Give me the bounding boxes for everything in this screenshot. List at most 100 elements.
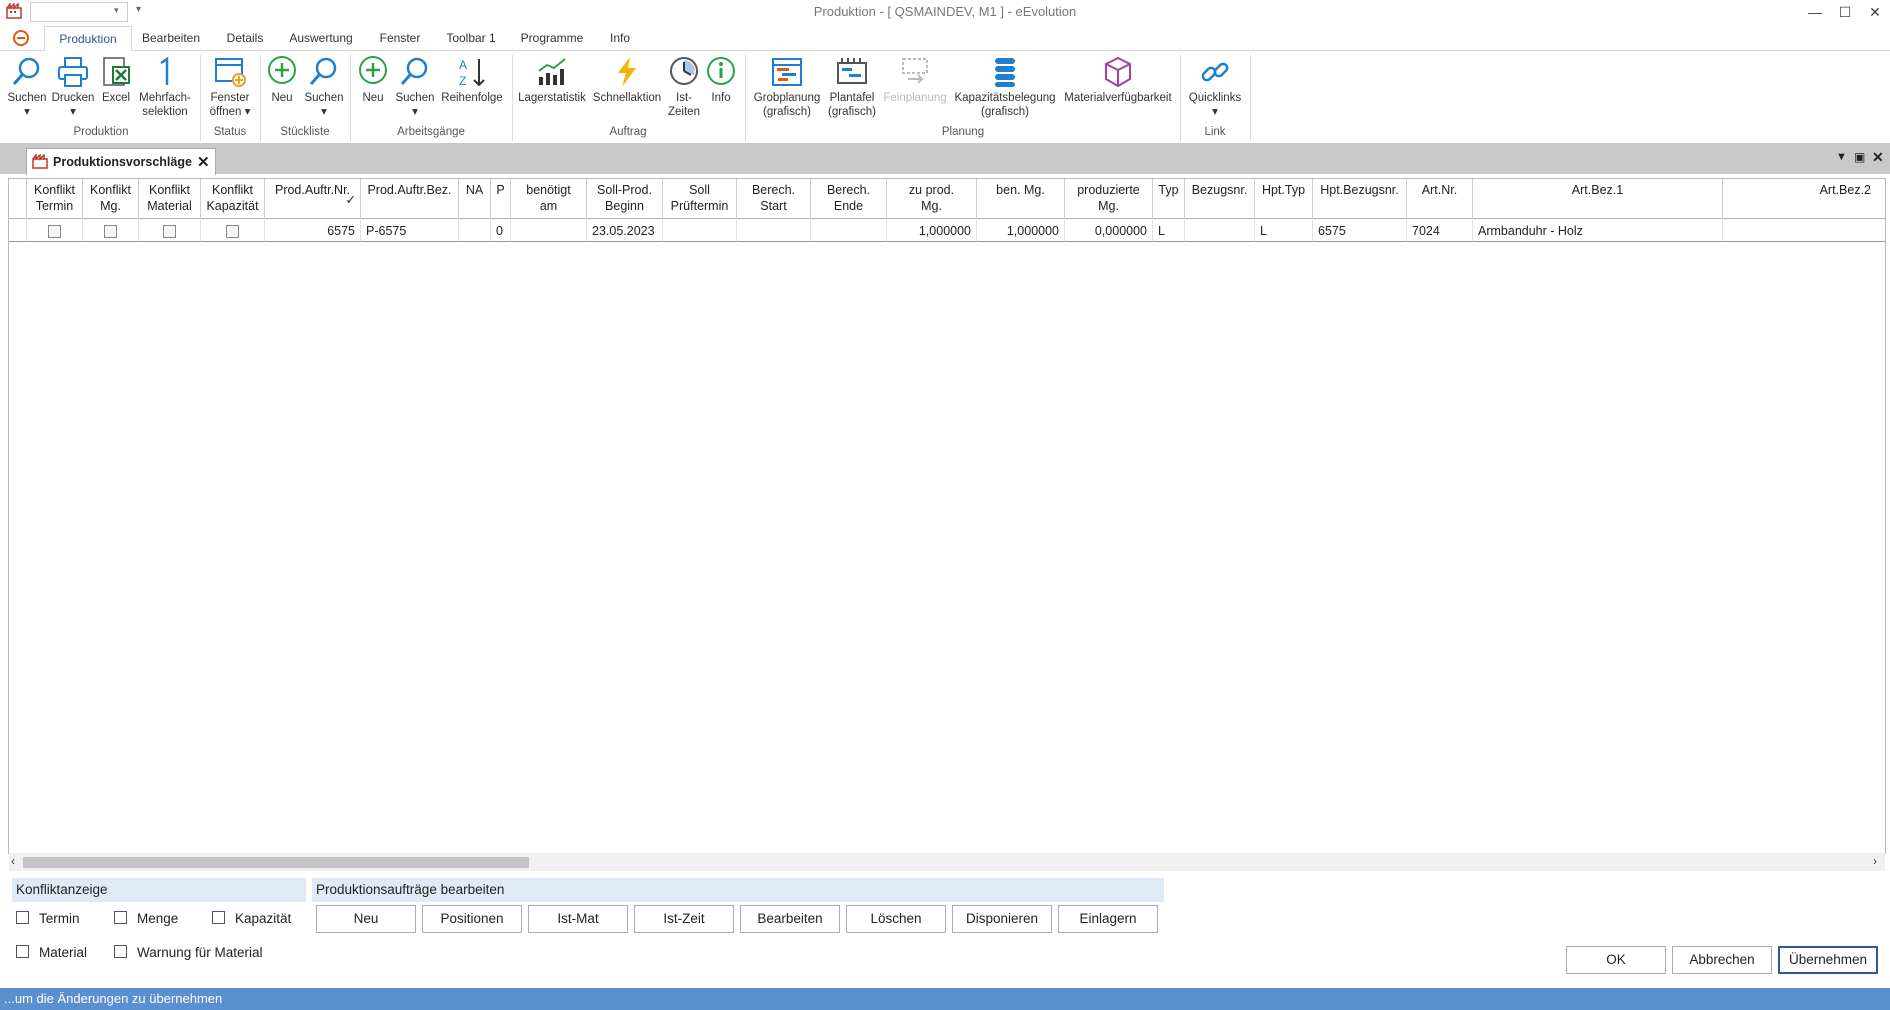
tab-list-dropdown-icon[interactable]: ▼ (1836, 151, 1847, 163)
drucken-button[interactable]: Drucken ▾ (50, 55, 96, 119)
maximize-button[interactable]: ☐ (1830, 2, 1860, 22)
quicklinks-button[interactable]: Quicklinks ▾ (1184, 55, 1246, 119)
close-window-button[interactable]: ✕ (1860, 2, 1890, 22)
disponieren-button[interactable]: Disponieren (952, 905, 1052, 933)
kapazitaetsbelegung-button[interactable]: Kapazitätsbelegung (grafisch) (952, 55, 1058, 119)
arbeitsgang-suchen-button[interactable]: Suchen ▾ (394, 55, 436, 119)
grobplanung-button[interactable]: Grobplanung (grafisch) (750, 55, 824, 119)
column-header-art-nr[interactable]: Art.Nr. (1407, 179, 1473, 219)
close-pane-icon[interactable]: ✕ (1872, 149, 1884, 166)
kapazitaet-checkbox[interactable]: Kapazität (212, 911, 291, 926)
cell-benoetigt-am[interactable] (511, 220, 587, 242)
cell-prod-auftr-nr[interactable]: 6575 (265, 220, 361, 242)
loeschen-button[interactable]: Löschen (846, 905, 946, 933)
scroll-left-icon[interactable]: ‹ (11, 854, 15, 868)
tab-programme[interactable]: Programme (514, 26, 590, 50)
stueckliste-suchen-button[interactable]: Suchen ▾ (302, 55, 346, 119)
cell-art-nr[interactable]: 7024 (1407, 220, 1473, 242)
ist-zeit-button[interactable]: Ist-Zeit (634, 905, 734, 933)
tab-bearbeiten[interactable]: Bearbeiten (136, 26, 206, 50)
column-header-soll-prod-beginn[interactable]: Soll-Prod. Beginn (587, 179, 663, 219)
termin-checkbox[interactable]: Termin (16, 911, 80, 926)
column-header-hpt-typ[interactable]: Hpt.Typ (1255, 179, 1313, 219)
close-tab-icon[interactable]: ✕ (197, 153, 210, 171)
cell-berech-start[interactable] (737, 220, 811, 242)
column-header-prod-auftr-bez[interactable]: Prod.Auftr.Bez. (361, 179, 459, 219)
column-header-typ[interactable]: Typ (1153, 179, 1185, 219)
konflikt-kapazitaet-checkbox[interactable] (226, 225, 239, 239)
column-header-art-bez2[interactable]: Art.Bez.2 (1723, 179, 1885, 219)
bearbeiten-button[interactable]: Bearbeiten (740, 905, 840, 933)
fenster-oeffnen-button[interactable]: Fenster öffnen ▾ (204, 55, 256, 119)
cell-na[interactable] (459, 220, 491, 242)
positionen-button[interactable]: Positionen (422, 905, 522, 933)
reihenfolge-button[interactable]: AZ Reihenfolge (438, 55, 506, 105)
tab-info[interactable]: Info (600, 26, 640, 50)
tab-details[interactable]: Details (218, 26, 272, 50)
scroll-right-icon[interactable]: › (1873, 854, 1877, 868)
column-header-berech-ende[interactable]: Berech. Ende (811, 179, 887, 219)
lagerstatistik-button[interactable]: Lagerstatistik (516, 55, 588, 105)
column-header-konflikt-mg[interactable]: Konflikt Mg. (83, 179, 139, 219)
konflikt-mg-checkbox[interactable] (104, 225, 117, 239)
restore-pane-icon[interactable]: ▣ (1854, 150, 1865, 164)
cell-ben-mg[interactable]: 1,000000 (977, 220, 1065, 242)
column-header-p[interactable]: P (491, 179, 511, 219)
ok-button[interactable]: OK (1566, 946, 1666, 974)
column-header-produzierte-mg[interactable]: produzierte Mg. (1065, 179, 1153, 219)
cell-typ[interactable]: L (1153, 220, 1185, 242)
ist-zeiten-button[interactable]: Ist- Zeiten (666, 55, 702, 119)
cell-berech-ende[interactable] (811, 220, 887, 242)
column-header-hpt-bezugsnr[interactable]: Hpt.Bezugsnr. (1313, 179, 1407, 219)
cell-p[interactable]: 0 (491, 220, 511, 242)
cell-zu-prod-mg[interactable]: 1,000000 (887, 220, 977, 242)
app-menu-icon[interactable] (12, 29, 30, 50)
info-button[interactable]: Info (704, 55, 738, 105)
column-header-konflikt-termin[interactable]: Konflikt Termin (27, 179, 83, 219)
column-header-art-bez1[interactable]: Art.Bez.1 (1473, 179, 1723, 219)
ist-mat-button[interactable]: Ist-Mat (528, 905, 628, 933)
konflikt-termin-checkbox[interactable] (48, 225, 61, 239)
column-header-zu-prod-mg[interactable]: zu prod. Mg. (887, 179, 977, 219)
row-indicator[interactable] (9, 220, 27, 242)
suchen-button[interactable]: Suchen ▾ (4, 55, 50, 119)
konflikt-material-checkbox[interactable] (163, 225, 176, 239)
cell-soll-prueftermin[interactable] (663, 220, 737, 242)
column-header-berech-start[interactable]: Berech. Start (737, 179, 811, 219)
cell-prod-auftr-bez[interactable]: P-6575 (361, 220, 459, 242)
cell-hpt-bezugsnr[interactable]: 6575 (1313, 220, 1407, 242)
cell-art-bez1[interactable]: Armbanduhr - Holz (1473, 220, 1723, 242)
cell-soll-prod-beginn[interactable]: 23.05.2023 (587, 220, 663, 242)
excel-button[interactable]: Excel (96, 55, 136, 105)
cell-produzierte-mg[interactable]: 0,000000 (1065, 220, 1153, 242)
column-header-konflikt-kapazitaet[interactable]: Konflikt Kapazität (201, 179, 265, 219)
menge-checkbox[interactable]: Menge (114, 911, 178, 926)
minimize-button[interactable]: — (1800, 2, 1830, 22)
column-header-na[interactable]: NA (459, 179, 491, 219)
column-header-soll-prueftermin[interactable]: Soll Prüftermin (663, 179, 737, 219)
tab-fenster[interactable]: Fenster (370, 26, 430, 50)
column-header-ben-mg[interactable]: ben. Mg. (977, 179, 1065, 219)
materialverfuegbarkeit-button[interactable]: Materialverfügbarkeit (1060, 55, 1176, 105)
arbeitsgang-neu-button[interactable]: Neu (354, 55, 392, 105)
plantafel-button[interactable]: Plantafel (grafisch) (826, 55, 878, 119)
tab-auswertung[interactable]: Auswertung (284, 26, 358, 50)
cell-art-bez2[interactable] (1723, 220, 1885, 242)
uebernehmen-button[interactable]: Übernehmen (1778, 946, 1878, 974)
column-header-bezugsnr[interactable]: Bezugsnr. (1185, 179, 1255, 219)
horizontal-scrollbar[interactable]: ‹ › (9, 853, 1885, 871)
schnellaktion-button[interactable]: Schnellaktion (590, 55, 664, 105)
cell-hpt-typ[interactable]: L (1255, 220, 1313, 242)
mehrfachselektion-button[interactable]: Mehrfach-selektion (136, 55, 194, 119)
column-header-benoetigt-am[interactable]: benötigt am (511, 179, 587, 219)
warnung-material-checkbox[interactable]: Warnung für Material (114, 945, 263, 960)
column-header-konflikt-material[interactable]: Konflikt Material (139, 179, 201, 219)
abbrechen-button[interactable]: Abbrechen (1672, 946, 1772, 974)
document-tab-produktionsvorschlaege[interactable]: Produktionsvorschläge ✕ (26, 148, 216, 175)
column-header-prod-auftr-nr[interactable]: Prod.Auftr.Nr. ✓ (265, 179, 361, 219)
einlagern-button[interactable]: Einlagern (1058, 905, 1158, 933)
feinplanung-button[interactable]: Feinplanung (880, 55, 950, 105)
stueckliste-neu-button[interactable]: Neu (264, 55, 300, 105)
cell-bezugsnr[interactable] (1185, 220, 1255, 242)
tab-toolbar-1[interactable]: Toolbar 1 (440, 26, 502, 50)
